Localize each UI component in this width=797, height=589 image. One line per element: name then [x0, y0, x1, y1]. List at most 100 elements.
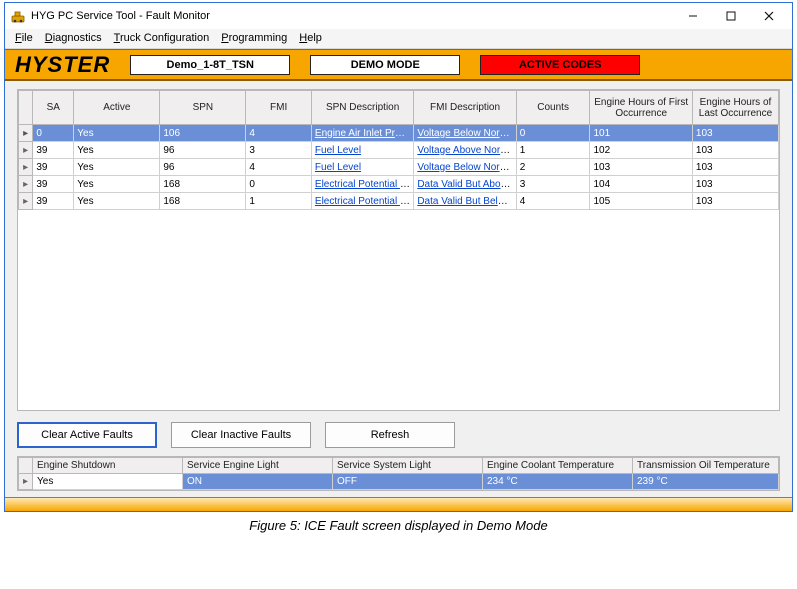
cell-active: Yes — [74, 125, 160, 142]
col-spn[interactable]: SPN — [160, 91, 246, 125]
cell-eh_first: 103 — [590, 159, 692, 176]
menubar: File Diagnostics Truck Configuration Pro… — [5, 29, 792, 49]
cell-spn-desc-link[interactable]: Engine Air Inlet Press... — [311, 125, 413, 142]
mode-pill: DEMO MODE — [310, 55, 460, 75]
content-area: SA Active SPN FMI SPN Description FMI De… — [5, 81, 792, 497]
col-sa[interactable]: SA — [33, 91, 74, 125]
app-icon — [11, 9, 25, 23]
menu-help[interactable]: Help — [299, 32, 322, 44]
status-grid[interactable]: Engine Shutdown Service Engine Light Ser… — [18, 457, 779, 490]
cell-fmi: 4 — [246, 125, 312, 142]
cell-fmi: 4 — [246, 159, 312, 176]
cell-spn-desc-link[interactable]: Fuel Level — [311, 142, 413, 159]
cell-active: Yes — [74, 159, 160, 176]
cell-spn-desc-link[interactable]: Fuel Level — [311, 159, 413, 176]
cell-counts: 3 — [516, 176, 590, 193]
cell-fmi-desc-link[interactable]: Data Valid But Above ... — [414, 176, 516, 193]
col-fmi-desc[interactable]: FMI Description — [414, 91, 516, 125]
cell-spn: 168 — [160, 193, 246, 210]
cell-fmi-desc-link[interactable]: Data Valid But Below ... — [414, 193, 516, 210]
cell-eh_first: 104 — [590, 176, 692, 193]
status-sel-value: ON — [183, 474, 333, 490]
status-rowhdr-col — [19, 458, 33, 474]
cell-active: Yes — [74, 142, 160, 159]
cell-spn-desc-link[interactable]: Electrical Potential (V... — [311, 193, 413, 210]
row-indicator[interactable]: ▸ — [19, 176, 33, 193]
status-ect-value: 234 °C — [483, 474, 633, 490]
cell-spn: 96 — [160, 159, 246, 176]
maximize-button[interactable] — [712, 5, 750, 27]
window-title: HYG PC Service Tool - Fault Monitor — [31, 10, 674, 22]
col-fmi[interactable]: FMI — [246, 91, 312, 125]
status-col-shutdown[interactable]: Engine Shutdown — [33, 458, 183, 474]
brand-bar: HYSTER Demo_1-8T_TSN DEMO MODE ACTIVE CO… — [5, 49, 792, 81]
row-indicator[interactable]: ▸ — [19, 125, 33, 142]
table-row[interactable]: ▸39Yes964Fuel LevelVoltage Below Normal.… — [19, 159, 779, 176]
menu-file[interactable]: File — [15, 32, 33, 44]
cell-sa: 0 — [33, 125, 74, 142]
cell-sa: 39 — [33, 159, 74, 176]
cell-active: Yes — [74, 176, 160, 193]
close-button[interactable] — [750, 5, 788, 27]
col-eh-first[interactable]: Engine Hours of First Occurrence — [590, 91, 692, 125]
cell-eh_last: 103 — [692, 125, 778, 142]
row-indicator[interactable]: ▸ — [19, 159, 33, 176]
status-col-tot[interactable]: Transmission Oil Temperature — [633, 458, 779, 474]
cell-fmi: 3 — [246, 142, 312, 159]
active-codes-pill[interactable]: ACTIVE CODES — [480, 55, 640, 75]
status-row-indicator: ▸ — [19, 474, 33, 490]
bottom-scrollbar[interactable] — [5, 497, 792, 511]
cell-spn: 106 — [160, 125, 246, 142]
cell-sa: 39 — [33, 176, 74, 193]
cell-eh_last: 103 — [692, 176, 778, 193]
action-button-row: Clear Active Faults Clear Inactive Fault… — [17, 422, 780, 448]
col-active[interactable]: Active — [74, 91, 160, 125]
cell-counts: 2 — [516, 159, 590, 176]
menu-diagnostics[interactable]: Diagnostics — [45, 32, 102, 44]
cell-spn: 168 — [160, 176, 246, 193]
clear-active-faults-button[interactable]: Clear Active Faults — [17, 422, 157, 448]
logo: HYSTER — [15, 52, 110, 78]
table-row[interactable]: ▸0Yes1064Engine Air Inlet Press...Voltag… — [19, 125, 779, 142]
cell-eh_last: 103 — [692, 142, 778, 159]
table-row[interactable]: ▸39Yes1680Electrical Potential (V...Data… — [19, 176, 779, 193]
row-indicator[interactable]: ▸ — [19, 193, 33, 210]
minimize-button[interactable] — [674, 5, 712, 27]
refresh-button[interactable]: Refresh — [325, 422, 455, 448]
cell-fmi-desc-link[interactable]: Voltage Below Normal... — [414, 159, 516, 176]
status-col-ssl[interactable]: Service System Light — [333, 458, 483, 474]
cell-fmi-desc-link[interactable]: Voltage Above Norma... — [414, 142, 516, 159]
cell-fmi-desc-link[interactable]: Voltage Below Normal... — [414, 125, 516, 142]
cell-eh_first: 101 — [590, 125, 692, 142]
cell-sa: 39 — [33, 142, 74, 159]
col-eh-last[interactable]: Engine Hours of Last Occurrence — [692, 91, 778, 125]
status-tot-value: 239 °C — [633, 474, 779, 490]
status-ssl-value: OFF — [333, 474, 483, 490]
status-strip: Engine Shutdown Service Engine Light Ser… — [17, 456, 780, 491]
cell-spn: 96 — [160, 142, 246, 159]
cell-counts: 1 — [516, 142, 590, 159]
cell-eh_first: 102 — [590, 142, 692, 159]
fault-grid[interactable]: SA Active SPN FMI SPN Description FMI De… — [18, 90, 779, 210]
menu-programming[interactable]: Programming — [221, 32, 287, 44]
cell-sa: 39 — [33, 193, 74, 210]
col-spn-desc[interactable]: SPN Description — [311, 91, 413, 125]
cell-counts: 4 — [516, 193, 590, 210]
status-col-sel[interactable]: Service Engine Light — [183, 458, 333, 474]
cell-active: Yes — [74, 193, 160, 210]
grid-header-row: SA Active SPN FMI SPN Description FMI De… — [19, 91, 779, 125]
app-window: HYG PC Service Tool - Fault Monitor File… — [4, 2, 793, 512]
truck-name-pill[interactable]: Demo_1-8T_TSN — [130, 55, 290, 75]
table-row[interactable]: ▸39Yes963Fuel LevelVoltage Above Norma..… — [19, 142, 779, 159]
col-counts[interactable]: Counts — [516, 91, 590, 125]
status-col-ect[interactable]: Engine Coolant Temperature — [483, 458, 633, 474]
row-indicator[interactable]: ▸ — [19, 142, 33, 159]
table-row[interactable]: ▸39Yes1681Electrical Potential (V...Data… — [19, 193, 779, 210]
col-rowselector[interactable] — [19, 91, 33, 125]
cell-eh_last: 103 — [692, 159, 778, 176]
menu-truck-config[interactable]: Truck Configuration — [114, 32, 210, 44]
titlebar[interactable]: HYG PC Service Tool - Fault Monitor — [5, 3, 792, 29]
clear-inactive-faults-button[interactable]: Clear Inactive Faults — [171, 422, 311, 448]
status-row[interactable]: ▸ Yes ON OFF 234 °C 239 °C — [19, 474, 779, 490]
cell-spn-desc-link[interactable]: Electrical Potential (V... — [311, 176, 413, 193]
